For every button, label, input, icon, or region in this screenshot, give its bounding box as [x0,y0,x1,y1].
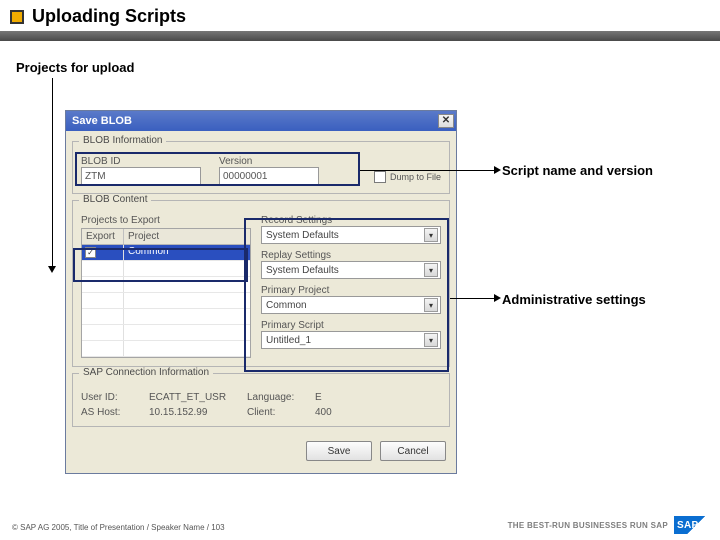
ashost-label: AS Host: [81,407,141,418]
userid-label: User ID: [81,392,141,403]
callout-script: Script name and version [502,163,653,178]
group-title-content: BLOB Content [79,194,151,205]
primary-project-label: Primary Project [261,285,329,296]
group-title-info: BLOB Information [79,135,166,146]
group-blob-content: BLOB Content Projects to Export Export P… [72,200,450,367]
col-export: Export [82,229,124,244]
dialog-title: Save BLOB [72,115,132,127]
dialog-titlebar: Save BLOB ✕ [66,111,456,131]
close-icon[interactable]: ✕ [438,114,454,128]
primary-script-select[interactable]: Untitled_1 ▾ [261,331,441,349]
table-row[interactable] [82,309,250,325]
client-label: Client: [247,407,307,418]
replay-settings-label: Replay Settings [261,250,331,261]
record-settings-label: Record Settings [261,215,332,226]
dump-checkbox[interactable] [374,171,386,183]
client-value: 400 [315,407,405,418]
arrow-head [494,294,501,302]
language-label: Language: [247,392,307,403]
group-title-sap: SAP Connection Information [79,367,213,378]
primary-script-value: Untitled_1 [266,335,311,346]
userid-value: ECATT_ET_USR [149,392,239,403]
group-blob-info: BLOB Information BLOB ID Version Dump to… [72,141,450,194]
table-row[interactable] [82,277,250,293]
save-button[interactable]: Save [306,441,372,461]
replay-settings-select[interactable]: System Defaults ▾ [261,261,441,279]
version-label: Version [219,156,319,167]
divider [0,31,720,41]
table-row[interactable] [82,261,250,277]
language-value: E [315,392,405,403]
record-settings-select[interactable]: System Defaults ▾ [261,226,441,244]
footer-tagline-group: THE BEST-RUN BUSINESSES RUN SAP SAP [508,516,708,534]
chevron-down-icon: ▾ [424,263,438,277]
arrow-line [450,298,498,299]
primary-script-label: Primary Script [261,320,324,331]
arrow-line [360,170,498,171]
sap-logo: SAP [674,516,708,534]
table-row[interactable] [82,341,250,357]
primary-project-select[interactable]: Common ▾ [261,296,441,314]
row-project: Common [124,245,250,260]
sap-logo-text: SAP [677,520,698,531]
table-row[interactable]: ✓ Common [82,245,250,261]
arrow-head [494,166,501,174]
version-input[interactable] [219,167,319,185]
col-project: Project [124,229,250,244]
projects-table[interactable]: Export Project ✓ Common [81,228,251,358]
title-marker [10,10,24,24]
ashost-value: 10.15.152.99 [149,407,239,418]
chevron-down-icon: ▾ [424,298,438,312]
cancel-button-label: Cancel [397,446,428,457]
footer-text: © SAP AG 2005, Title of Presentation / S… [12,523,225,532]
dump-label: Dump to File [390,172,441,182]
save-blob-dialog: Save BLOB ✕ BLOB Information BLOB ID Ver… [65,110,457,474]
arrow-head [48,266,56,273]
group-sap-connection: SAP Connection Information User ID: ECAT… [72,373,450,427]
primary-project-value: Common [266,300,307,311]
table-row[interactable] [82,293,250,309]
record-settings-value: System Defaults [266,230,339,241]
row-checkbox[interactable]: ✓ [85,247,96,258]
replay-settings-value: System Defaults [266,265,339,276]
table-row[interactable] [82,325,250,341]
projects-label: Projects to Export [81,215,160,226]
callout-admin: Administrative settings [502,292,646,307]
chevron-down-icon: ▾ [424,333,438,347]
arrow-line [52,78,53,268]
subheading: Projects for upload [16,60,134,75]
footer-tagline: THE BEST-RUN BUSINESSES RUN SAP [508,521,668,530]
save-button-label: Save [328,446,351,457]
blob-id-label: BLOB ID [81,156,201,167]
blob-id-input[interactable] [81,167,201,185]
chevron-down-icon: ▾ [424,228,438,242]
cancel-button[interactable]: Cancel [380,441,446,461]
slide-title: Uploading Scripts [32,6,186,27]
